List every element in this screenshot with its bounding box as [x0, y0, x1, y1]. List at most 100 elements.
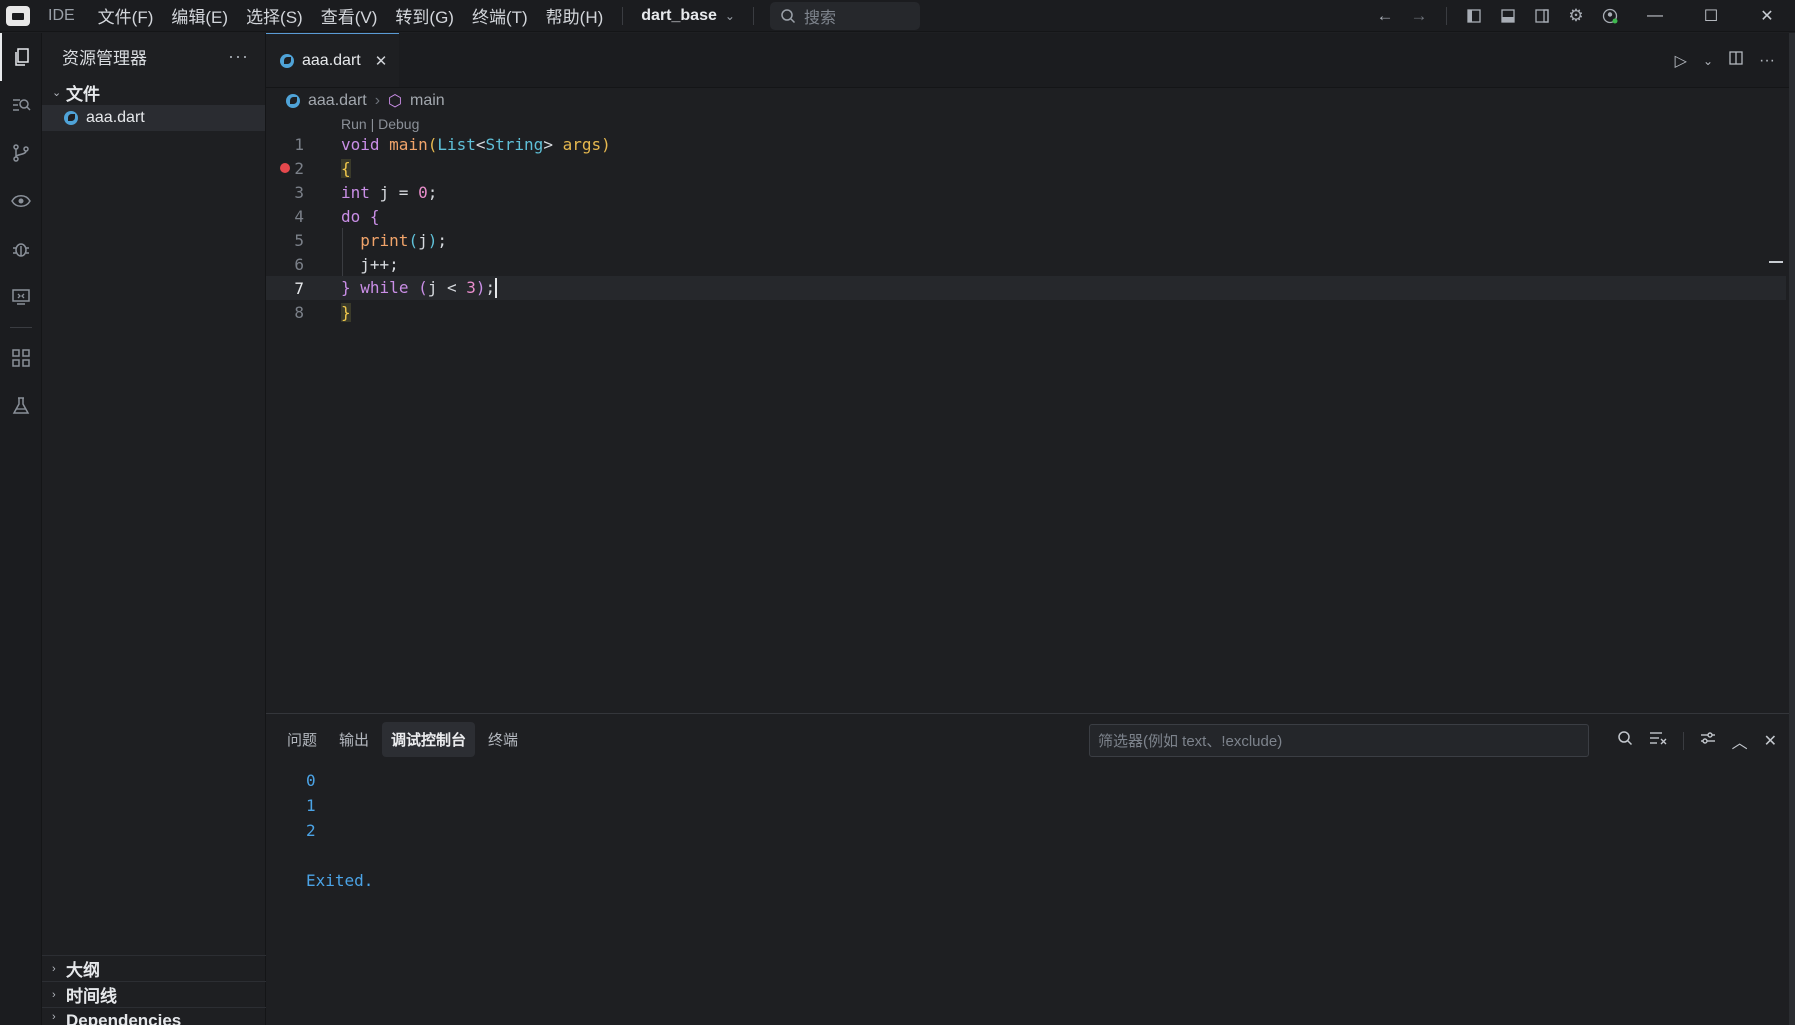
remote-explorer-icon[interactable]: [0, 273, 42, 321]
dart-file-icon: [64, 111, 78, 125]
split-editor-icon[interactable]: [1729, 51, 1743, 70]
dependencies-section[interactable]: › Dependencies: [42, 1007, 266, 1025]
chevron-right-icon: ›: [52, 988, 56, 1001]
account-icon[interactable]: [1593, 0, 1627, 32]
tab-debug-console[interactable]: 调试控制台: [382, 721, 476, 757]
code-line: 8 }: [266, 300, 1786, 324]
debug-console-output: 0 1 2 Exited.: [306, 768, 373, 893]
debug-icon[interactable]: [0, 225, 42, 273]
app-logo-icon[interactable]: [0, 0, 36, 32]
editor-actions: ▷ ⌄ ···: [1675, 33, 1775, 88]
outline-label: 大纲: [66, 961, 100, 980]
window-edge: [1789, 33, 1795, 1025]
explorer-header: 资源管理器 ···: [42, 33, 265, 79]
panel-divider: [1682, 731, 1684, 750]
menu-help[interactable]: 帮助(H): [537, 3, 613, 28]
dart-file-icon: [286, 94, 300, 108]
line-number: 3: [294, 182, 304, 202]
menu-file[interactable]: 文件(F): [89, 3, 163, 28]
codelens-run-debug[interactable]: Run | Debug: [341, 116, 419, 132]
tab-output[interactable]: 输出: [330, 722, 378, 757]
breadcrumb-file[interactable]: aaa.dart: [308, 92, 367, 110]
line-number: 8: [294, 302, 304, 322]
folder-header[interactable]: ⌄ 文件: [42, 79, 265, 105]
activity-bar: [0, 33, 42, 1025]
menu-goto[interactable]: 转到(G): [386, 3, 463, 28]
console-line: 0: [306, 771, 316, 790]
toggle-panel-icon[interactable]: [1491, 0, 1525, 32]
code-line: 2 {: [266, 156, 1786, 180]
file-item[interactable]: aaa.dart: [42, 105, 265, 131]
title-divider: [622, 6, 624, 25]
title-divider: [752, 6, 754, 25]
line-number: 6: [294, 254, 304, 274]
maximize-panel-icon[interactable]: ︿: [1732, 729, 1748, 753]
run-icon[interactable]: ▷: [1675, 51, 1687, 71]
outline-section[interactable]: › 大纲: [42, 955, 266, 981]
tab-aaa-dart[interactable]: aaa.dart ✕: [266, 33, 400, 87]
minimap-cursor-marker: [1769, 261, 1783, 263]
bottom-panel: 问题 输出 调试控制台 终端 筛选器(例如 text、!exclude) ︿ ✕…: [266, 713, 1795, 1025]
editor-tabs: aaa.dart ✕ ▷ ⌄ ···: [266, 33, 1795, 88]
code-line: 4 do {: [266, 204, 1786, 228]
testing-flask-icon[interactable]: [0, 382, 42, 430]
close-icon[interactable]: ✕: [375, 52, 388, 70]
eye-icon[interactable]: [0, 177, 42, 225]
editor-area: aaa.dart ✕ ▷ ⌄ ··· aaa.dart › ⬡ main Run…: [266, 33, 1795, 713]
toggle-sidebar-icon[interactable]: [1457, 0, 1491, 32]
code-text: print(j);: [360, 230, 447, 250]
gear-icon[interactable]: ⚙: [1559, 0, 1593, 32]
breakpoint-icon[interactable]: [280, 163, 290, 173]
search-icon[interactable]: [1617, 730, 1633, 751]
line-number: 5: [294, 230, 304, 250]
code-text: void main(List<String> args): [341, 134, 611, 154]
chevron-down-icon: ⌄: [724, 8, 735, 23]
cube-icon: ⬡: [388, 93, 403, 110]
titlebar-actions: ← → ⚙ — ☐ ✕: [1368, 0, 1795, 32]
line-number: 1: [294, 134, 304, 154]
toggle-secondary-sidebar-icon[interactable]: [1525, 0, 1559, 32]
title-divider: [1446, 7, 1447, 25]
menu-view[interactable]: 查看(V): [312, 3, 387, 28]
filter-settings-icon[interactable]: [1700, 731, 1716, 750]
timeline-section[interactable]: › 时间线: [42, 981, 266, 1007]
tab-problems[interactable]: 问题: [278, 722, 326, 757]
extensions-icon[interactable]: [0, 334, 42, 382]
forward-arrow-icon[interactable]: →: [1402, 0, 1436, 32]
activity-separator: [10, 327, 32, 328]
close-panel-icon[interactable]: ✕: [1764, 731, 1777, 751]
search-icon[interactable]: [0, 81, 42, 129]
code-text: {: [341, 158, 351, 178]
back-arrow-icon[interactable]: ←: [1368, 0, 1402, 32]
workspace-name: dart_base: [641, 6, 717, 24]
close-window-button[interactable]: ✕: [1739, 0, 1795, 32]
breadcrumb-symbol[interactable]: main: [410, 92, 445, 110]
explorer-icon[interactable]: [0, 33, 42, 81]
code-line: 5 print(j);: [266, 228, 1786, 252]
chevron-down-icon[interactable]: ⌄: [1703, 54, 1713, 68]
minimize-button[interactable]: —: [1627, 0, 1683, 32]
folder-name: 文件: [66, 84, 100, 104]
console-filter-input[interactable]: 筛选器(例如 text、!exclude): [1089, 724, 1589, 757]
search-placeholder: 搜索: [803, 9, 836, 27]
code-line: 1 void main(List<String> args): [266, 132, 1786, 156]
more-actions-icon[interactable]: ···: [228, 46, 249, 67]
tab-terminal[interactable]: 终端: [479, 722, 527, 757]
command-search[interactable]: 搜索: [769, 1, 920, 30]
source-control-icon[interactable]: [0, 129, 42, 177]
file-name: aaa.dart: [86, 109, 145, 126]
indent-guide: [342, 228, 343, 276]
chevron-down-icon: ⌄: [52, 86, 62, 99]
workspace-selector[interactable]: dart_base ⌄: [633, 7, 743, 25]
more-actions-icon[interactable]: ···: [1759, 52, 1775, 70]
console-line: 1: [306, 796, 316, 815]
clear-console-icon[interactable]: [1649, 731, 1667, 750]
code-text: }: [341, 302, 351, 322]
maximize-button[interactable]: ☐: [1683, 0, 1739, 32]
menu-terminal[interactable]: 终端(T): [463, 3, 537, 28]
menu-selection[interactable]: 选择(S): [237, 3, 312, 28]
menu-edit[interactable]: 编辑(E): [162, 3, 237, 28]
breadcrumb: aaa.dart › ⬡ main: [266, 88, 1795, 114]
code-line: 3 int j = 0;: [266, 180, 1786, 204]
console-line: 2: [306, 821, 316, 840]
